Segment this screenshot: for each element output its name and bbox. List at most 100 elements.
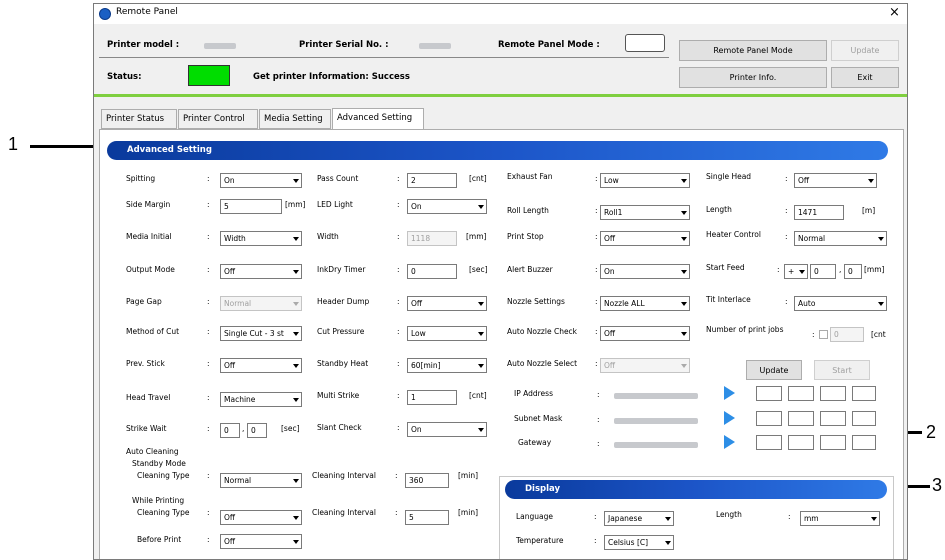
inkdry-timer-input[interactable]: 0 bbox=[407, 264, 457, 279]
slant-check-dropdown[interactable]: On bbox=[407, 422, 487, 437]
standby-mode-title: Standby Mode bbox=[132, 459, 186, 468]
standby-cleaning-type-dropdown[interactable]: Normal bbox=[220, 473, 302, 488]
auto-cleaning-title: Auto Cleaning bbox=[126, 447, 179, 456]
chevron-down-icon bbox=[681, 364, 687, 368]
single-head-dropdown[interactable]: Off bbox=[794, 173, 877, 188]
auto-nozzle-select-dropdown[interactable]: Off bbox=[600, 358, 690, 373]
exhaust-fan-dropdown[interactable]: Low bbox=[600, 173, 690, 188]
method-of-cut-label: Method of Cut bbox=[126, 327, 180, 336]
standby-cleaning-interval-input[interactable]: 360 bbox=[405, 473, 449, 488]
ip-octet-4[interactable] bbox=[852, 386, 876, 401]
start-feed-sign-dropdown[interactable]: + bbox=[784, 264, 808, 279]
subnet-octet-3[interactable] bbox=[820, 411, 846, 426]
gateway-apply-icon[interactable] bbox=[724, 435, 735, 449]
printer-info-button[interactable]: Printer Info. bbox=[679, 67, 827, 88]
colon: : bbox=[207, 297, 210, 306]
ip-address-apply-icon[interactable] bbox=[724, 386, 735, 400]
gateway-octet-3[interactable] bbox=[820, 435, 846, 450]
colon: : bbox=[207, 393, 210, 402]
subnet-octet-2[interactable] bbox=[788, 411, 814, 426]
cut-pressure-value: Low bbox=[411, 329, 426, 338]
auto-nozzle-check-dropdown[interactable]: Off bbox=[600, 326, 690, 341]
alert-buzzer-dropdown[interactable]: On bbox=[600, 264, 690, 279]
roll-length-value: Roll1 bbox=[604, 208, 623, 217]
heater-control-dropdown[interactable]: Normal bbox=[794, 231, 887, 246]
subnet-mask-apply-icon[interactable] bbox=[724, 411, 735, 425]
standby-heat-dropdown[interactable]: 60[min] bbox=[407, 358, 487, 373]
display-length-dropdown[interactable]: mm bbox=[800, 511, 880, 526]
width-input[interactable]: 1118 bbox=[407, 231, 457, 246]
start-feed-input-1[interactable]: 0 bbox=[810, 264, 836, 279]
head-travel-dropdown[interactable]: Machine bbox=[220, 392, 302, 407]
output-mode-dropdown[interactable]: Off bbox=[220, 264, 302, 279]
chevron-down-icon bbox=[478, 364, 484, 368]
subnet-octet-1[interactable] bbox=[756, 411, 782, 426]
strike-wait-label: Strike Wait bbox=[126, 424, 167, 433]
start-feed-input-2[interactable]: 0 bbox=[844, 264, 862, 279]
colon: : bbox=[397, 359, 400, 368]
printing-cleaning-type-value: Off bbox=[224, 513, 236, 522]
tab-advanced-setting[interactable]: Advanced Setting bbox=[332, 108, 424, 130]
roll-length-dropdown[interactable]: Roll1 bbox=[600, 205, 690, 220]
number-of-print-jobs-input[interactable]: 0 bbox=[830, 327, 864, 342]
colon: : bbox=[597, 390, 600, 399]
subnet-mask-current bbox=[614, 418, 698, 424]
header-dump-dropdown[interactable]: Off bbox=[407, 296, 487, 311]
prev-stick-dropdown[interactable]: Off bbox=[220, 358, 302, 373]
close-icon[interactable]: × bbox=[889, 5, 900, 20]
gateway-octet-2[interactable] bbox=[788, 435, 814, 450]
colon: : bbox=[595, 174, 598, 183]
language-dropdown[interactable]: Japanese bbox=[604, 511, 674, 526]
tab-printer-status[interactable]: Printer Status bbox=[101, 109, 177, 129]
width-unit: [mm] bbox=[466, 232, 487, 241]
ip-octet-2[interactable] bbox=[788, 386, 814, 401]
remote-panel-mode-indicator bbox=[625, 34, 665, 52]
temperature-dropdown[interactable]: Celsius [C] bbox=[604, 535, 674, 550]
printer-serial-value bbox=[419, 43, 451, 49]
heater-control-value: Normal bbox=[798, 234, 826, 243]
colon: : bbox=[777, 265, 780, 274]
nozzle-settings-label: Nozzle Settings bbox=[507, 297, 565, 306]
printing-cleaning-interval-input[interactable]: 5 bbox=[405, 510, 449, 525]
gateway-octet-1[interactable] bbox=[756, 435, 782, 450]
print-stop-dropdown[interactable]: Off bbox=[600, 231, 690, 246]
network-update-button[interactable]: Update bbox=[746, 360, 802, 380]
tab-media-setting[interactable]: Media Setting bbox=[259, 109, 331, 129]
network-start-button[interactable]: Start bbox=[814, 360, 870, 380]
strike-wait-input-1[interactable]: 0 bbox=[220, 423, 240, 438]
multi-strike-input[interactable]: 1 bbox=[407, 390, 457, 405]
strike-wait-input-2[interactable]: 0 bbox=[247, 423, 267, 438]
gateway-octet-4[interactable] bbox=[852, 435, 876, 450]
ip-octet-1[interactable] bbox=[756, 386, 782, 401]
page-gap-dropdown[interactable]: Normal bbox=[220, 296, 302, 311]
pass-count-input[interactable]: 2 bbox=[407, 173, 457, 188]
method-of-cut-dropdown[interactable]: Single Cut - 3 st bbox=[220, 326, 302, 341]
update-button[interactable]: Update bbox=[831, 40, 899, 61]
chevron-down-icon bbox=[478, 302, 484, 306]
cut-pressure-dropdown[interactable]: Low bbox=[407, 326, 487, 341]
chevron-down-icon bbox=[293, 398, 299, 402]
chevron-down-icon bbox=[293, 364, 299, 368]
nozzle-settings-value: Nozzle ALL bbox=[604, 299, 645, 308]
standby-cleaning-type-value: Normal bbox=[224, 476, 252, 485]
remote-panel-mode-button[interactable]: Remote Panel Mode bbox=[679, 40, 827, 61]
colon: : bbox=[594, 536, 597, 545]
colon: : bbox=[207, 471, 210, 480]
side-margin-label: Side Margin bbox=[126, 200, 171, 209]
media-initial-dropdown[interactable]: Width bbox=[220, 231, 302, 246]
led-light-dropdown[interactable]: On bbox=[407, 199, 487, 214]
subnet-octet-4[interactable] bbox=[852, 411, 876, 426]
tit-interlace-dropdown[interactable]: Auto bbox=[794, 296, 887, 311]
printing-cleaning-type-dropdown[interactable]: Off bbox=[220, 510, 302, 525]
length-input[interactable]: 1471 bbox=[794, 205, 844, 220]
tab-printer-control[interactable]: Printer Control bbox=[178, 109, 258, 129]
before-print-dropdown[interactable]: Off bbox=[220, 534, 302, 549]
nozzle-settings-dropdown[interactable]: Nozzle ALL bbox=[600, 296, 690, 311]
side-margin-input[interactable]: 5 bbox=[220, 199, 282, 214]
number-of-print-jobs-checkbox[interactable] bbox=[819, 330, 828, 339]
chevron-down-icon bbox=[878, 237, 884, 241]
ip-octet-3[interactable] bbox=[820, 386, 846, 401]
exit-button[interactable]: Exit bbox=[831, 67, 899, 88]
spitting-dropdown[interactable]: On bbox=[220, 173, 302, 188]
strike-wait-unit: [sec] bbox=[281, 424, 300, 433]
